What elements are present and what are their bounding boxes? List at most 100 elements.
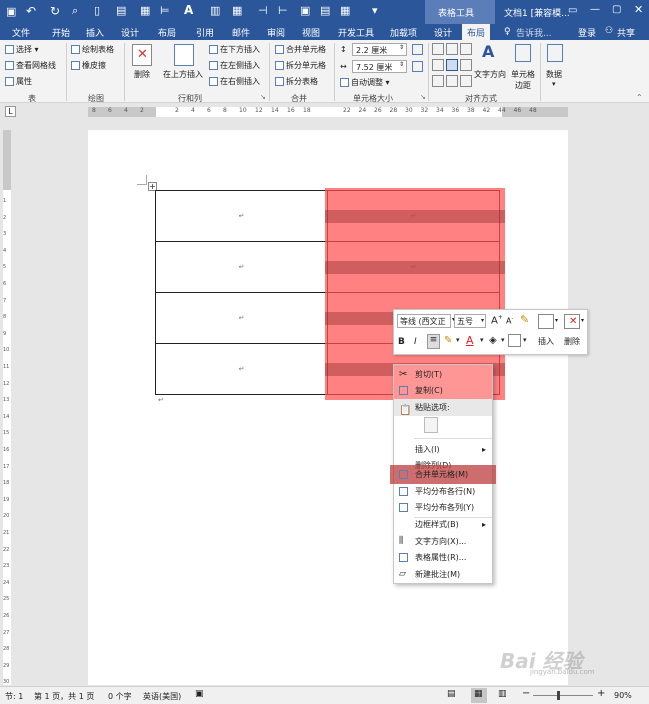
dialog-launcher-icon[interactable]: ↘: [420, 93, 426, 101]
print-layout-button[interactable]: ▦: [471, 688, 487, 703]
tab-design[interactable]: 设计: [121, 26, 139, 39]
font-color-icon[interactable]: A: [184, 3, 193, 17]
share-button[interactable]: 共享: [617, 26, 635, 39]
web-layout-icon[interactable]: ▥: [498, 689, 507, 699]
grid-icon[interactable]: ▦: [140, 4, 150, 17]
font-color-icon[interactable]: A: [466, 334, 474, 347]
zoom-slider-thumb[interactable]: [557, 691, 560, 700]
zoom-out-icon[interactable]: −: [522, 688, 530, 699]
align-bottom-left-icon[interactable]: [432, 75, 444, 87]
minimize-icon[interactable]: —: [590, 4, 600, 15]
align-top-left-icon[interactable]: [432, 43, 444, 55]
cell-width-input[interactable]: 7.52 厘米 ⇕: [352, 60, 407, 73]
new-doc-icon[interactable]: ▯: [94, 4, 100, 17]
italic-icon[interactable]: I: [414, 337, 417, 347]
table-cell[interactable]: ↵: [155, 343, 328, 395]
customize-icon[interactable]: ▾: [372, 4, 378, 17]
delete-button[interactable]: 删除: [564, 336, 580, 347]
table-delete-icon[interactable]: ✕: [564, 314, 580, 329]
distribute-rows-icon[interactable]: [412, 44, 423, 55]
align-bottom-right-icon[interactable]: [460, 75, 472, 87]
chevron-down-icon[interactable]: ▾: [581, 317, 584, 324]
maximize-icon[interactable]: ▢: [612, 4, 621, 15]
menu-item-merge-cells[interactable]: 合并单元格(M): [394, 466, 492, 483]
insert-above-button[interactable]: 在上方插入: [163, 69, 203, 80]
menu-item-table-properties[interactable]: 表格属性(R)...: [394, 549, 492, 566]
tab-developer[interactable]: 开发工具: [338, 26, 374, 39]
merge-cells-button[interactable]: 合并单元格: [275, 44, 326, 55]
split-cells-button[interactable]: 拆分单元格: [275, 60, 326, 71]
tab-home[interactable]: 开始: [52, 26, 70, 39]
menu-item-cut[interactable]: ✂ 剪切(T): [394, 366, 492, 383]
insert-below-button[interactable]: 在下方插入: [209, 44, 260, 55]
menu-item-text-direction[interactable]: ⫼ 文字方向(X)...: [394, 533, 492, 550]
touch-mode-icon[interactable]: ▤: [116, 4, 126, 17]
format-painter-icon[interactable]: ✎: [520, 313, 529, 326]
menu-item-copy[interactable]: 复制(C): [394, 382, 492, 399]
view-gridlines-button[interactable]: 查看网格线: [5, 60, 56, 71]
insert-right-button[interactable]: 在右侧插入: [209, 76, 260, 87]
close-icon[interactable]: ✕: [634, 3, 643, 16]
shading-icon[interactable]: ◈: [489, 335, 497, 346]
chevron-down-icon[interactable]: ▾: [523, 336, 527, 344]
align-bottom-center-icon[interactable]: [446, 75, 458, 87]
menu-item-distribute-columns[interactable]: 平均分布各列(Y): [394, 499, 492, 516]
cell-height-input[interactable]: 2.2 厘米 ⇕: [352, 43, 407, 56]
insert-left-button[interactable]: 在左侧插入: [209, 60, 260, 71]
table-cell[interactable]: ↵: [155, 241, 328, 293]
section-indicator[interactable]: 节: 1: [5, 691, 23, 702]
draw-table-button[interactable]: 绘制表格: [71, 44, 114, 55]
chevron-down-icon[interactable]: ▾: [552, 80, 556, 88]
delete-button[interactable]: 删除: [134, 69, 150, 80]
tab-references[interactable]: 引用: [196, 26, 214, 39]
sign-in-link[interactable]: 登录: [578, 26, 596, 39]
tab-addins[interactable]: 加载项: [390, 26, 417, 39]
menu-item-insert[interactable]: 插入(I) ▸: [394, 441, 492, 458]
properties-button[interactable]: 属性: [5, 76, 32, 87]
align-middle-center-icon[interactable]: [446, 59, 458, 71]
collapse-ribbon-icon[interactable]: ⌃: [636, 93, 643, 102]
grid-icon[interactable]: ▥: [210, 4, 220, 17]
select-button[interactable]: 选择 ▾: [5, 44, 39, 55]
layout-icon[interactable]: ▤: [320, 4, 330, 17]
undo-icon[interactable]: ↶: [26, 4, 36, 18]
tab-table-layout[interactable]: 布局: [462, 24, 491, 40]
tab-table-design[interactable]: 设计: [434, 26, 452, 39]
table-cell[interactable]: ↵: [155, 190, 328, 242]
zoom-in-icon[interactable]: +: [597, 688, 605, 699]
table-cell[interactable]: ↵: [155, 292, 328, 344]
align-icon[interactable]: ⊨: [160, 4, 170, 17]
dialog-launcher-icon[interactable]: ↘: [260, 93, 266, 101]
font-size-select[interactable]: 五号 ▾: [454, 314, 486, 328]
cell-margins-button[interactable]: 单元格边距: [508, 69, 538, 91]
chevron-down-icon[interactable]: ▾: [555, 317, 558, 324]
align-top-right-icon[interactable]: [460, 43, 472, 55]
tab-file[interactable]: 文件: [12, 26, 30, 39]
table-icon[interactable]: ▦: [232, 4, 242, 17]
page-indicator[interactable]: 第 1 页，共 1 页: [34, 691, 94, 702]
tab-layout[interactable]: 布局: [158, 26, 176, 39]
font-name-select[interactable]: 等线 (西文正: [397, 314, 451, 328]
word-count[interactable]: 0 个字: [108, 691, 132, 702]
align-icon[interactable]: ⊣: [258, 4, 268, 17]
shrink-font-icon[interactable]: A-: [506, 316, 513, 326]
tab-insert[interactable]: 插入: [86, 26, 104, 39]
vertical-ruler[interactable]: 1 2 3 4 5 6 7 8 9 10 11 12 13 14 15 16 17 18 19 20 21 22 23 24 2…: [0, 120, 13, 685]
autofit-button[interactable]: 自动调整 ▾: [340, 77, 390, 88]
zoom-slider-track[interactable]: [533, 695, 593, 696]
print-preview-icon[interactable]: ⌕: [72, 4, 78, 18]
align-middle-left-icon[interactable]: [432, 59, 444, 71]
horizontal-ruler[interactable]: L 8 6 4 2 2 4 6 8 10 12 14 16 18 22 24 26 28 30 32 34 36 38 42…: [0, 103, 649, 120]
view-icon[interactable]: ▣: [300, 4, 310, 17]
spinner-icon[interactable]: ⇕: [399, 61, 404, 68]
tab-review[interactable]: 审阅: [267, 26, 285, 39]
table-insert-icon[interactable]: [538, 314, 554, 329]
text-direction-button[interactable]: 文字方向: [474, 69, 506, 80]
tab-view[interactable]: 视图: [302, 26, 320, 39]
grow-font-icon[interactable]: A+: [491, 314, 503, 326]
spacing-icon[interactable]: ⊢: [278, 4, 288, 17]
center-align-icon[interactable]: ≡: [427, 334, 440, 349]
highlight-icon[interactable]: ✎: [444, 335, 452, 346]
align-middle-right-icon[interactable]: [460, 59, 472, 71]
insert-button[interactable]: 插入: [538, 336, 554, 347]
